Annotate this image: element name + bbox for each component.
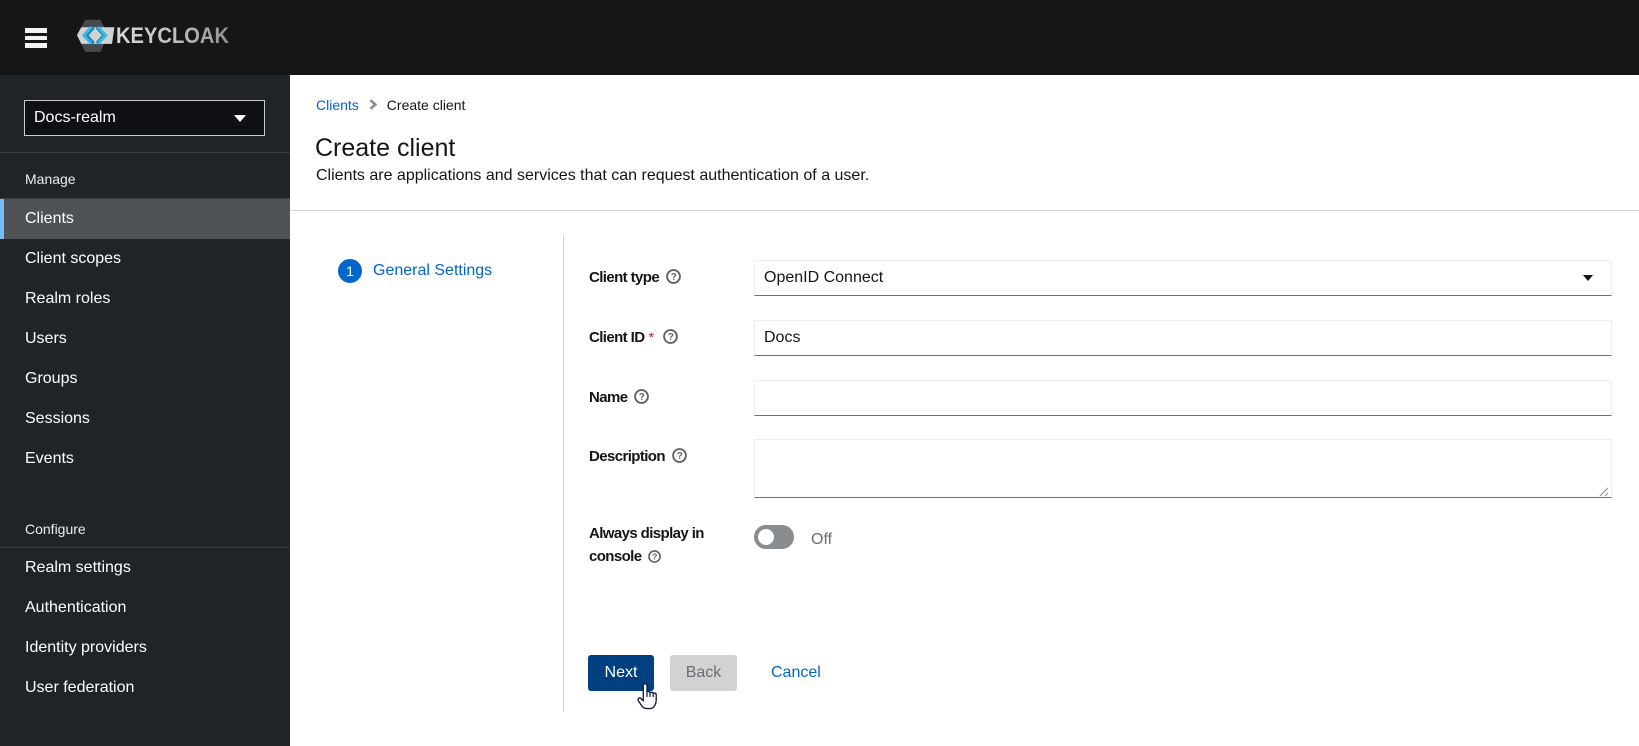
svg-text:KEYCLOAK: KEYCLOAK	[116, 23, 229, 48]
svg-text:?: ?	[671, 272, 677, 283]
svg-text:?: ?	[639, 392, 645, 403]
svg-text:?: ?	[653, 552, 658, 562]
svg-text:?: ?	[677, 451, 683, 462]
svg-text:?: ?	[668, 332, 674, 343]
